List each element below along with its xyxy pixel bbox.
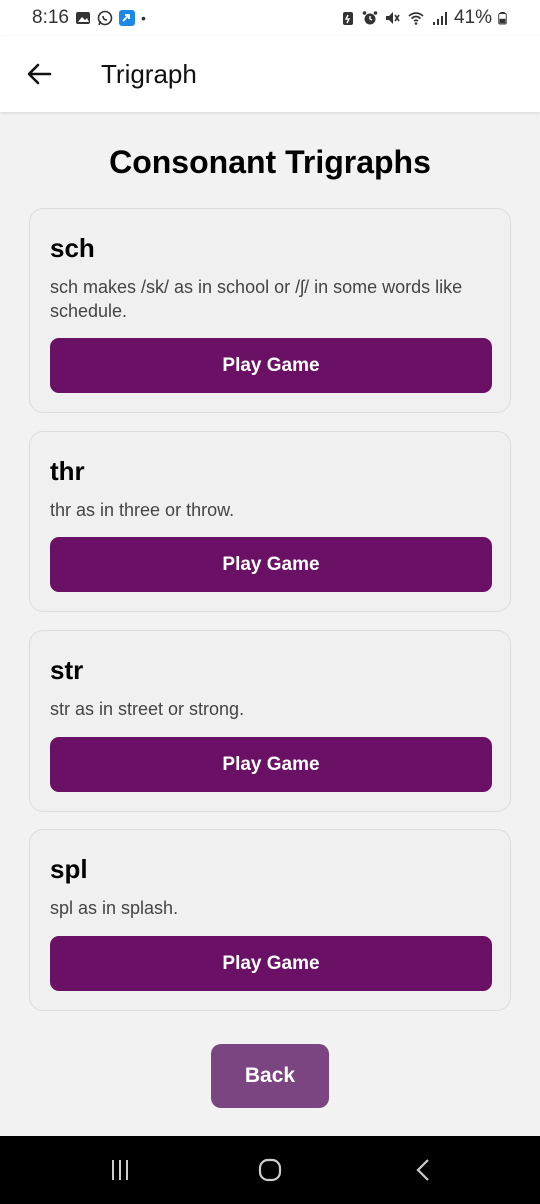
system-nav-bar xyxy=(0,1136,540,1204)
status-bar: 8:16 • 41% xyxy=(0,0,540,36)
page-title: Consonant Trigraphs xyxy=(109,144,431,180)
card-title: str xyxy=(50,655,84,685)
alarm-icon xyxy=(362,11,378,25)
gallery-icon xyxy=(75,12,90,24)
trigraph-card-spl: spl spl as in splash. Play Game xyxy=(29,829,511,1011)
status-right: 41% xyxy=(340,7,510,29)
card-description: thr as in three or throw. xyxy=(50,500,235,520)
app-bar: Trigraph xyxy=(0,36,540,112)
whatsapp-icon xyxy=(97,10,113,26)
back-button[interactable]: Back xyxy=(211,1044,329,1108)
battery-percent: 41% xyxy=(453,7,492,28)
back-nav-icon[interactable] xyxy=(383,1136,463,1204)
play-game-button-spl[interactable]: Play Game xyxy=(50,936,492,991)
recent-apps-icon[interactable] xyxy=(80,1136,160,1204)
card-description: sch makes /sk/ as in school or /ʃ/ in so… xyxy=(50,277,463,321)
status-dot: • xyxy=(140,10,146,26)
trigraph-card-sch: sch sch makes /sk/ as in school or /ʃ/ i… xyxy=(29,208,511,413)
card-title: thr xyxy=(50,456,85,486)
home-icon[interactable] xyxy=(230,1136,310,1204)
card-description: spl as in splash. xyxy=(50,898,179,918)
trigraph-card-thr: thr thr as in three or throw. Play Game xyxy=(29,431,511,612)
trigraph-card-str: str str as in street or strong. Play Gam… xyxy=(29,630,511,812)
card-title: sch xyxy=(50,233,95,263)
app-notification-icon xyxy=(118,10,135,26)
wifi-icon xyxy=(408,12,424,25)
play-game-button-sch[interactable]: Play Game xyxy=(50,338,492,393)
arrow-left-icon[interactable] xyxy=(0,36,80,112)
card-description: str as in street or strong. xyxy=(50,699,245,719)
signal-icon xyxy=(432,12,447,25)
battery-icon xyxy=(498,12,507,25)
play-game-button-thr[interactable]: Play Game xyxy=(50,537,492,592)
app-bar-title: Trigraph xyxy=(101,58,197,89)
battery-saver-icon xyxy=(342,12,353,25)
status-time: 8:16 xyxy=(32,7,69,28)
play-game-button-str[interactable]: Play Game xyxy=(50,737,492,792)
mute-icon xyxy=(385,12,400,24)
status-left: 8:16 • xyxy=(32,7,146,29)
card-title: spl xyxy=(50,854,88,884)
main-content: Consonant Trigraphs sch sch makes /sk/ a… xyxy=(0,112,540,1136)
